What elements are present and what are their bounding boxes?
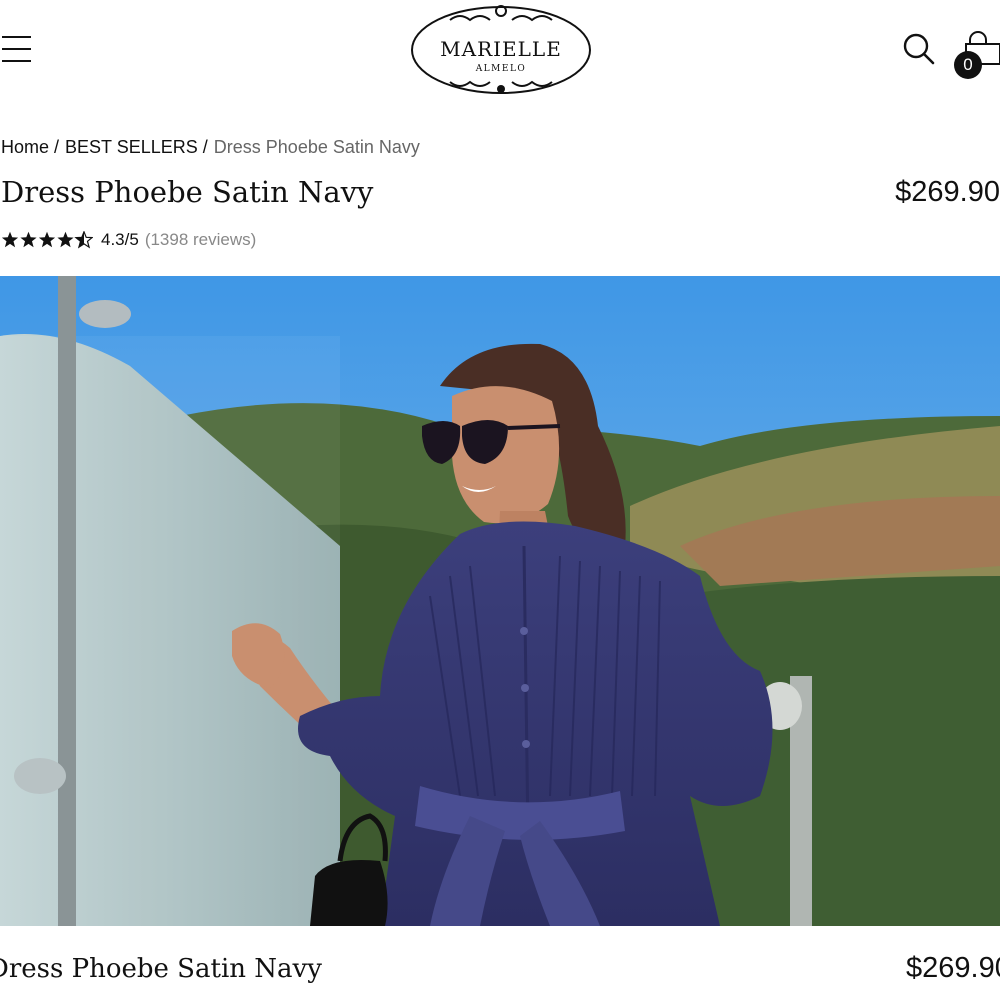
breadcrumb-separator: / <box>54 137 60 157</box>
logo-subtitle: ALMELO <box>475 64 527 74</box>
brand-logo[interactable]: MARIELLE ALMELO <box>410 2 592 98</box>
cart-count-badge: 0 <box>954 51 982 79</box>
star-half-icon <box>75 231 93 248</box>
sticky-product-title: Dress Phoebe Satin Navy <box>0 954 322 984</box>
rating-score: 4.3/5 <box>101 230 139 249</box>
product-photo-illustration <box>0 276 1000 926</box>
breadcrumb-home[interactable]: Home <box>1 137 49 157</box>
search-icon[interactable] <box>902 32 936 66</box>
breadcrumb-best-sellers[interactable]: BEST SELLERS <box>65 137 198 157</box>
hamburger-menu-icon[interactable] <box>2 36 32 64</box>
sticky-add-bar: Dress Phoebe Satin Navy $269.90 <box>0 926 1000 1000</box>
star-full-icon <box>57 231 74 248</box>
product-price: $269.90 <box>895 176 1000 208</box>
star-rating <box>1 231 93 249</box>
star-full-icon <box>20 231 37 248</box>
reviews-link[interactable]: (1398 reviews) <box>145 230 257 250</box>
star-full-icon <box>1 231 19 248</box>
breadcrumb-separator: / <box>202 137 208 157</box>
cart-button[interactable]: 0 <box>952 30 1000 82</box>
breadcrumb-current: Dress Phoebe Satin Navy <box>213 137 420 157</box>
site-header: MARIELLE ALMELO 0 <box>0 0 1000 100</box>
star-icons <box>1 231 93 248</box>
logo-name: MARIELLE <box>440 37 562 61</box>
product-image[interactable] <box>0 276 1000 926</box>
product-rating: 4.3/5 (1398 reviews) <box>1 228 256 252</box>
breadcrumb: Home / BEST SELLERS / Dress Phoebe Satin Nav… <box>1 137 420 158</box>
sticky-product-price: $269.90 <box>906 952 1000 984</box>
star-full-icon <box>38 231 56 248</box>
product-title: Dress Phoebe Satin Navy <box>1 175 374 209</box>
